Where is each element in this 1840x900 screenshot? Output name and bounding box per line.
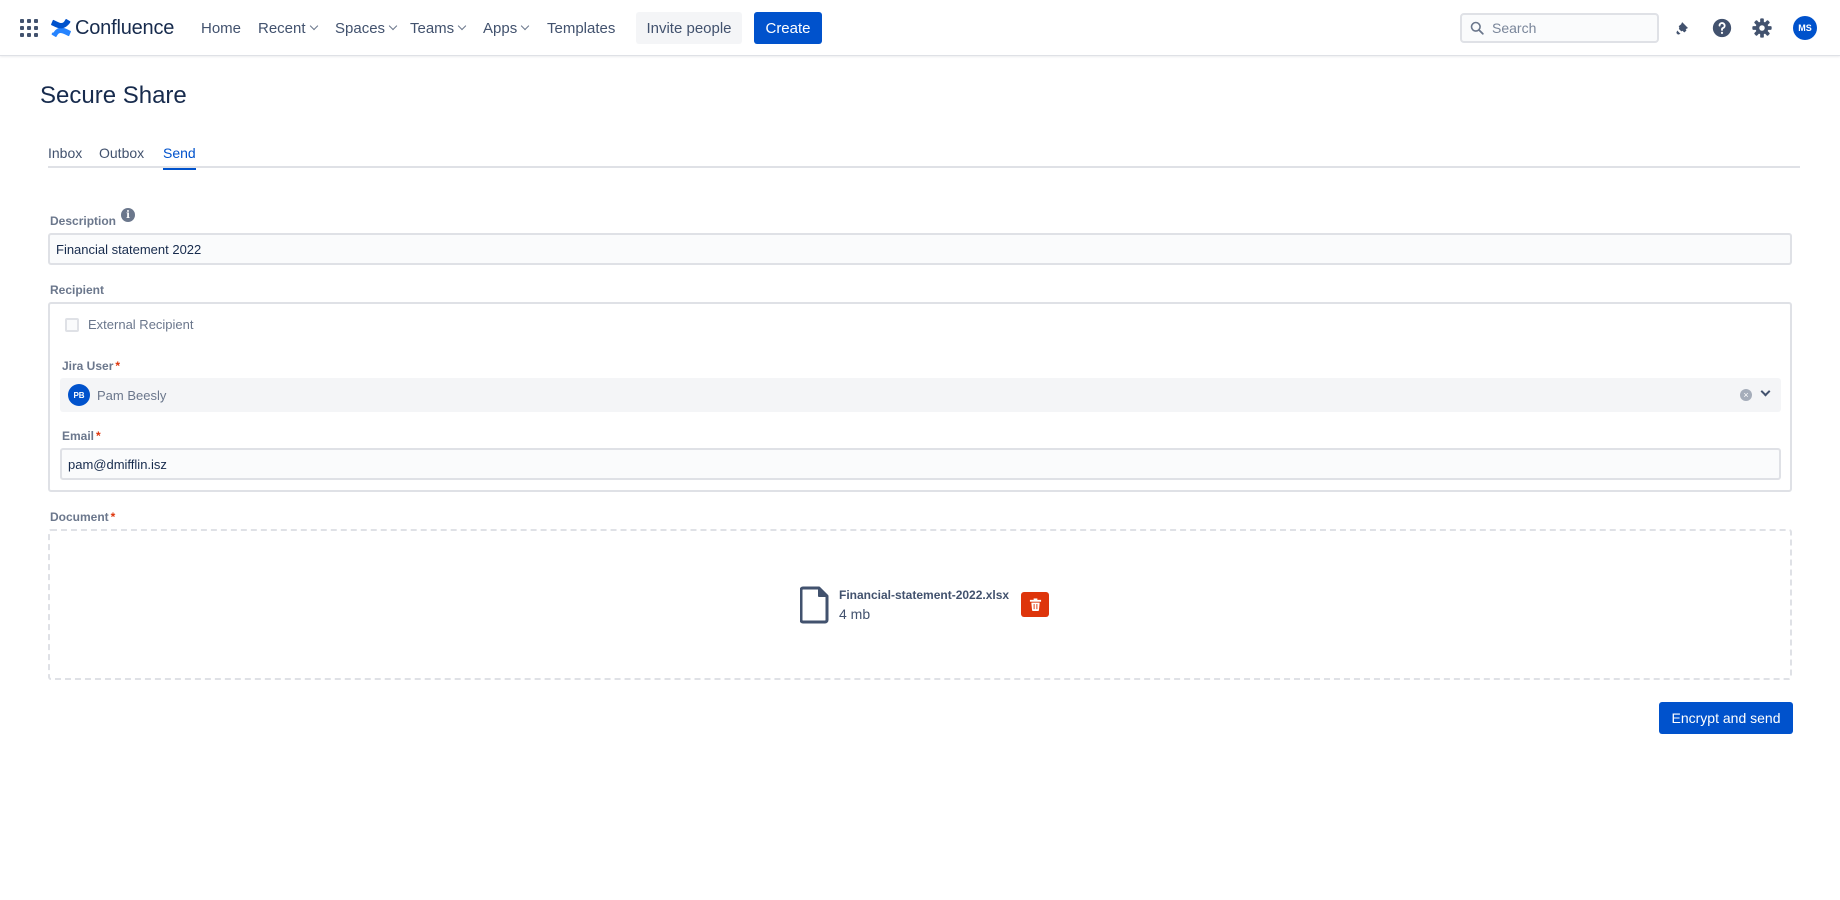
top-navigation: Confluence Home Recent Spaces Teams Apps… <box>0 0 1840 56</box>
required-asterisk: * <box>110 510 116 524</box>
confluence-logo-icon <box>51 18 71 38</box>
search-box[interactable] <box>1460 13 1659 43</box>
trash-icon <box>1029 598 1041 611</box>
nav-recent-label: Recent <box>258 19 306 37</box>
description-field[interactable] <box>48 233 1792 265</box>
file-name: Financial-statement-2022.xlsx <box>839 588 1010 602</box>
logo-text: Confluence <box>75 16 175 39</box>
nav-home-label: Home <box>201 19 242 37</box>
email-input[interactable] <box>68 456 1779 472</box>
jira-user-label-text: Jira User <box>62 359 114 373</box>
notifications-icon[interactable] <box>1671 16 1695 40</box>
required-asterisk: * <box>115 359 121 373</box>
tab-send[interactable]: Send <box>163 145 196 170</box>
recipient-label: Recipient <box>50 283 105 297</box>
file-size: 4 mb <box>839 606 871 622</box>
clear-selection-icon[interactable]: × <box>1740 389 1752 401</box>
document-dropzone[interactable] <box>48 529 1792 680</box>
nav-recent[interactable]: Recent <box>258 18 318 38</box>
jira-user-avatar: PB <box>68 384 90 406</box>
create-button[interactable]: Create <box>754 12 822 44</box>
email-label-text: Email <box>62 429 95 443</box>
encrypt-and-send-button[interactable]: Encrypt and send <box>1659 702 1793 734</box>
user-avatar[interactable]: MS <box>1793 16 1817 40</box>
nav-home[interactable]: Home <box>201 18 241 38</box>
settings-gear-icon[interactable] <box>1750 16 1774 40</box>
required-asterisk: * <box>96 429 101 443</box>
nav-templates-label: Templates <box>547 19 616 37</box>
jira-user-label: Jira User * <box>62 359 120 373</box>
tab-inbox[interactable]: Inbox <box>48 145 82 168</box>
search-icon <box>1470 21 1484 35</box>
chevron-down-icon <box>520 21 530 31</box>
nav-apps-label: Apps <box>483 19 518 37</box>
description-label-text: Description <box>50 214 117 228</box>
jira-user-select[interactable]: PB Pam Beesly × <box>60 378 1781 412</box>
search-input[interactable] <box>1492 20 1642 36</box>
tab-bar: Inbox Outbox Send <box>48 142 1800 170</box>
jira-user-value: Pam Beesly <box>97 388 167 403</box>
file-icon <box>800 586 829 624</box>
nav-spaces[interactable]: Spaces <box>335 18 398 38</box>
external-recipient-label[interactable]: External Recipient <box>88 317 194 332</box>
page-title: Secure Share <box>40 82 187 109</box>
chevron-down-icon[interactable] <box>1760 386 1771 397</box>
nav-spaces-label: Spaces <box>335 19 386 37</box>
nav-apps[interactable]: Apps <box>483 18 530 38</box>
description-input[interactable] <box>56 241 1790 257</box>
tab-outbox[interactable]: Outbox <box>99 145 144 168</box>
nav-templates[interactable]: Templates <box>547 18 615 38</box>
info-icon[interactable]: i <box>121 208 135 222</box>
document-label-text: Document <box>50 510 109 524</box>
nav-teams-label: Teams <box>410 19 455 37</box>
email-label: Email * <box>62 429 101 443</box>
email-field[interactable] <box>60 448 1781 480</box>
chevron-down-icon <box>388 21 398 31</box>
confluence-logo[interactable]: Confluence <box>51 16 174 40</box>
delete-file-button[interactable] <box>1021 592 1049 617</box>
app-switcher-icon[interactable] <box>20 19 38 37</box>
invite-people-button[interactable]: Invite people <box>636 12 742 44</box>
description-label: Description <box>50 214 116 228</box>
external-recipient-checkbox[interactable] <box>65 318 79 332</box>
document-label: Document * <box>50 510 115 524</box>
chevron-down-icon <box>309 21 318 31</box>
chevron-down-icon <box>457 21 467 31</box>
help-icon[interactable] <box>1710 16 1734 40</box>
nav-teams[interactable]: Teams <box>410 18 467 38</box>
